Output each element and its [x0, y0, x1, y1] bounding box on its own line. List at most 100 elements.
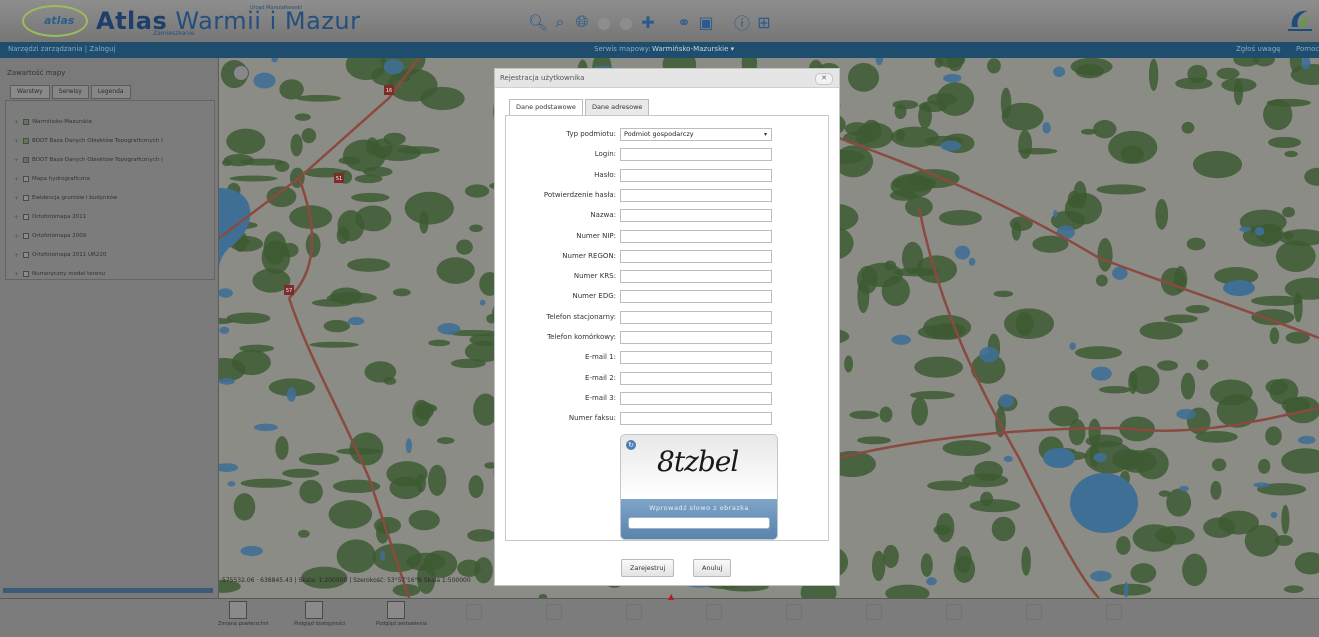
form-row: Numer KRS:: [506, 270, 830, 284]
entity-type-select[interactable]: Podmiot gospodarczy: [620, 128, 772, 141]
zoom-prev-icon[interactable]: ●: [594, 12, 614, 32]
chevron-down-icon[interactable]: ▾: [764, 131, 767, 138]
layer-item[interactable]: + BDOT Baza Danych Obiektów Topograficzny…: [14, 155, 163, 165]
zoom-in-icon[interactable]: 🔍︎: [528, 12, 548, 32]
layer-item[interactable]: + Ortofotomapa 2009: [14, 231, 86, 241]
forest-area: [844, 122, 870, 136]
layer-item[interactable]: + Mapa hydrograficzna: [14, 174, 90, 184]
help-link[interactable]: Pomoc: [1296, 45, 1319, 53]
layer-item[interactable]: + Numeryczny model terenu: [14, 269, 105, 279]
layer-label: Numeryczny model terenu: [32, 271, 106, 277]
text-field[interactable]: [620, 270, 772, 284]
layer-item[interactable]: + Ortofotomapa 2011 UR220: [14, 250, 106, 260]
layer-checkbox[interactable]: [23, 195, 29, 201]
text-field[interactable]: [620, 229, 772, 243]
layer-item[interactable]: + BDOT Baza Danych Obiektów Topograficzny…: [14, 136, 163, 146]
layer-item[interactable]: + Ewidencja gruntów i budynków: [14, 193, 117, 203]
layer-checkbox[interactable]: [23, 214, 29, 220]
globe-icon[interactable]: 🌐︎: [572, 12, 592, 32]
forest-area: [468, 475, 484, 499]
text-field[interactable]: [620, 371, 772, 385]
expand-icon[interactable]: +: [14, 195, 20, 202]
text-field[interactable]: [620, 209, 772, 223]
forest-area: [1139, 321, 1183, 340]
pan-zoom-control[interactable]: [233, 65, 249, 81]
layer-checkbox[interactable]: [23, 119, 29, 125]
service-select[interactable]: Warmińsko-Mazurskie ▾: [652, 45, 734, 53]
forest-area: [987, 58, 1001, 74]
tab-basic-data[interactable]: Dane podstawowe: [509, 99, 583, 116]
text-field[interactable]: [620, 351, 772, 365]
text-field[interactable]: [620, 310, 772, 324]
forest-area: [296, 94, 342, 102]
field-label: E-mail 3:: [585, 393, 616, 402]
text-field[interactable]: [620, 249, 772, 263]
text-field[interactable]: [620, 412, 772, 426]
pan-icon[interactable]: ✚: [638, 12, 658, 32]
close-button[interactable]: ✕: [815, 73, 833, 85]
text-field[interactable]: [620, 148, 772, 162]
expand-icon[interactable]: +: [14, 119, 20, 126]
summary-preview-tool[interactable]: Podgląd zestawienia: [376, 601, 427, 627]
layer-label: BDOT Baza Danych Obiektów Topograficznyc…: [32, 157, 164, 163]
menu-login-link[interactable]: Narzędzi zarządzania | Zaloguj: [8, 45, 116, 53]
grid-icon[interactable]: ⊞: [754, 12, 774, 32]
link-icon[interactable]: ⚭: [674, 12, 694, 32]
tab-layers[interactable]: Warstwy: [10, 85, 50, 99]
expand-icon[interactable]: +: [14, 176, 20, 183]
layer-checkbox[interactable]: [23, 233, 29, 239]
refresh-icon[interactable]: ↻: [626, 440, 636, 450]
expand-icon[interactable]: +: [14, 233, 20, 240]
tab-services[interactable]: Serwisy: [51, 85, 89, 99]
forest-area: [467, 529, 496, 542]
field-label: Numer faksu:: [568, 414, 616, 423]
panel-scrollbar[interactable]: [3, 588, 213, 593]
text-field[interactable]: [620, 188, 772, 202]
cancel-button[interactable]: Anuluj: [693, 559, 732, 577]
forest-area: [229, 175, 278, 182]
register-button[interactable]: Zarejestruj: [621, 559, 675, 577]
form-row: Numer faksu:: [506, 412, 830, 426]
form-row: Hasło:: [506, 168, 830, 183]
lake: [1003, 455, 1013, 463]
change-area-tool[interactable]: Zmiana powierzchni: [218, 601, 269, 627]
expand-icon[interactable]: +: [14, 252, 20, 259]
text-field[interactable]: [620, 168, 772, 182]
info-icon[interactable]: ⓘ: [732, 12, 752, 33]
lake: [1069, 342, 1077, 350]
expand-icon[interactable]: +: [14, 271, 20, 278]
lake: [1091, 366, 1112, 381]
layer-checkbox[interactable]: [23, 252, 29, 258]
form-row: Numer EDG:: [506, 290, 830, 304]
forest-area: [847, 63, 880, 92]
form-row: E-mail 1:: [506, 351, 830, 365]
lake: [954, 245, 971, 260]
layer-checkbox[interactable]: [23, 176, 29, 182]
expand-icon[interactable]: +: [14, 157, 20, 164]
feedback-link[interactable]: Zgłoś uwagę: [1236, 45, 1281, 53]
forest-area: [1281, 504, 1290, 535]
layer-checkbox[interactable]: [23, 271, 29, 277]
tab-legend[interactable]: Legenda: [90, 85, 131, 99]
layer-checkbox[interactable]: [23, 157, 29, 163]
layer-checkbox[interactable]: [23, 138, 29, 144]
tab-address-data[interactable]: Dane adresowe: [584, 99, 650, 115]
print-icon[interactable]: ▣: [696, 12, 716, 32]
layer-item[interactable]: + Warmińsko-Mazurskie: [14, 117, 92, 127]
expand-icon[interactable]: +: [14, 214, 20, 221]
zoom-next-icon[interactable]: ●: [616, 12, 636, 32]
text-field[interactable]: [620, 331, 772, 344]
forest-area: [298, 529, 310, 538]
forest-area: [383, 377, 397, 385]
layer-item[interactable]: + Ortofotomapa 2011: [14, 212, 86, 222]
forest-area: [914, 356, 964, 378]
text-field[interactable]: [620, 290, 772, 304]
expand-icon[interactable]: +: [14, 138, 20, 145]
zoom-out-icon[interactable]: ⌕: [550, 12, 570, 32]
lake: [1056, 225, 1075, 240]
captcha-input[interactable]: [628, 517, 770, 529]
forest-area: [363, 166, 393, 177]
text-field[interactable]: [620, 391, 772, 405]
collapse-handle-icon[interactable]: ▲: [668, 592, 674, 601]
availability-preview-tool[interactable]: Podgląd dostępności: [294, 601, 345, 627]
